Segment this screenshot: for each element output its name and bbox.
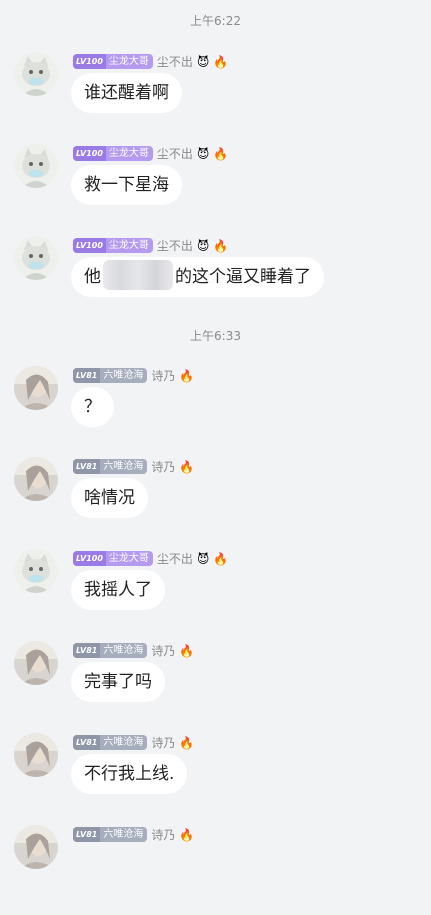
devil-emoji-icon: 😈 bbox=[196, 551, 210, 566]
fire-icon: 🔥 bbox=[213, 551, 229, 566]
fire-icon: 🔥 bbox=[213, 238, 229, 253]
level-badge: LV81 六唯沧海 bbox=[73, 827, 148, 842]
cat-mask-avatar-icon bbox=[14, 52, 58, 96]
sender-meta: LV100 尘龙大哥 尘不出 😈 🔥 bbox=[73, 53, 228, 70]
sender-title: 诗乃 bbox=[151, 828, 176, 842]
sender-title: 诗乃 bbox=[151, 460, 176, 474]
level-badge: LV100 尘龙大哥 bbox=[73, 238, 153, 253]
message-text-after: 的这个逼又睡着了 bbox=[175, 267, 311, 287]
chat-message: LV100 尘龙大哥 尘不出 😈 🔥 我摇人了 bbox=[0, 549, 431, 639]
sender-title: 诗乃 bbox=[151, 369, 176, 383]
chat-message: LV81 六唯沧海 诗乃 🔥 完事了吗 bbox=[0, 641, 431, 731]
sender-meta: LV81 六唯沧海 诗乃 🔥 bbox=[73, 458, 194, 475]
message-bubble[interactable]: 完事了吗 bbox=[71, 662, 165, 702]
girl-photo-avatar-icon bbox=[14, 457, 58, 501]
sender-title: 诗乃 bbox=[151, 644, 176, 658]
sender-meta: LV100 尘龙大哥 尘不出 😈 🔥 bbox=[73, 237, 228, 254]
sender-title: 尘不出 bbox=[156, 239, 193, 253]
level-badge: LV100 尘龙大哥 bbox=[73, 54, 153, 69]
level-badge: LV81 六唯沧海 bbox=[73, 643, 148, 658]
message-bubble[interactable]: 救一下星海 bbox=[71, 165, 182, 205]
sender-name[interactable]: 六唯沧海 bbox=[100, 459, 143, 474]
redacted-blur bbox=[103, 260, 173, 290]
level-label: LV100 bbox=[73, 54, 106, 69]
chat-message: LV81 六唯沧海 诗乃 🔥 不行我上线. bbox=[0, 733, 431, 823]
chat-message: LV100 尘龙大哥 尘不出 😈 🔥 他 的这个逼又睡着了 bbox=[0, 236, 431, 326]
sender-name[interactable]: 六唯沧海 bbox=[100, 735, 143, 750]
level-label: LV81 bbox=[73, 643, 101, 658]
chat-message: LV100 尘龙大哥 尘不出 😈 🔥 救一下星海 bbox=[0, 144, 431, 234]
fire-icon: 🔥 bbox=[179, 827, 195, 842]
message-bubble[interactable]: ？ bbox=[71, 387, 114, 427]
avatar[interactable] bbox=[14, 144, 58, 188]
fire-icon: 🔥 bbox=[213, 146, 229, 161]
sender-name[interactable]: 尘龙大哥 bbox=[106, 54, 149, 69]
sender-meta: LV81 六唯沧海 诗乃 🔥 bbox=[73, 367, 194, 384]
sender-name[interactable]: 六唯沧海 bbox=[100, 643, 143, 658]
devil-emoji-icon: 😈 bbox=[196, 146, 210, 161]
avatar[interactable] bbox=[14, 825, 58, 869]
message-bubble[interactable]: 他 的这个逼又睡着了 bbox=[71, 257, 324, 297]
message-text-before: 他 bbox=[84, 267, 101, 287]
level-badge: LV81 六唯沧海 bbox=[73, 735, 148, 750]
sender-meta: LV100 尘龙大哥 尘不出 😈 🔥 bbox=[73, 550, 228, 567]
level-badge: LV81 六唯沧海 bbox=[73, 368, 148, 383]
avatar[interactable] bbox=[14, 733, 58, 777]
message-bubble[interactable]: 啥情况 bbox=[71, 478, 148, 518]
level-badge: LV81 六唯沧海 bbox=[73, 459, 148, 474]
sender-name[interactable]: 尘龙大哥 bbox=[106, 551, 149, 566]
sender-name[interactable]: 尘龙大哥 bbox=[106, 146, 149, 161]
cat-mask-avatar-icon bbox=[14, 144, 58, 188]
message-bubble[interactable]: 我摇人了 bbox=[71, 570, 165, 610]
girl-photo-avatar-icon bbox=[14, 366, 58, 410]
message-bubble[interactable]: 谁还醒着啊 bbox=[71, 73, 182, 113]
sender-name[interactable]: 六唯沧海 bbox=[100, 368, 143, 383]
girl-photo-avatar-icon bbox=[14, 641, 58, 685]
chat-message: LV81 六唯沧海 诗乃 🔥 啥情况 bbox=[0, 457, 431, 547]
message-bubble[interactable]: 不行我上线. bbox=[71, 754, 188, 794]
avatar[interactable] bbox=[14, 236, 58, 280]
avatar[interactable] bbox=[14, 549, 58, 593]
level-label: LV81 bbox=[73, 735, 101, 750]
avatar[interactable] bbox=[14, 52, 58, 96]
level-badge: LV100 尘龙大哥 bbox=[73, 551, 153, 566]
sender-name[interactable]: 尘龙大哥 bbox=[106, 238, 149, 253]
avatar[interactable] bbox=[14, 641, 58, 685]
sender-meta: LV81 六唯沧海 诗乃 🔥 bbox=[73, 734, 194, 751]
level-label: LV100 bbox=[73, 238, 106, 253]
sender-title: 诗乃 bbox=[151, 736, 176, 750]
sender-name[interactable]: 六唯沧海 bbox=[100, 827, 143, 842]
level-label: LV100 bbox=[73, 146, 106, 161]
devil-emoji-icon: 😈 bbox=[196, 238, 210, 253]
fire-icon: 🔥 bbox=[213, 54, 229, 69]
sender-title: 尘不出 bbox=[156, 552, 193, 566]
chat-message: LV100 尘龙大哥 尘不出 😈 🔥 谁还醒着啊 bbox=[0, 52, 431, 142]
sender-title: 尘不出 bbox=[156, 147, 193, 161]
fire-icon: 🔥 bbox=[179, 459, 195, 474]
timestamp: 上午6:22 bbox=[190, 14, 241, 28]
sender-meta: LV81 六唯沧海 诗乃 🔥 bbox=[73, 826, 194, 843]
girl-photo-avatar-icon bbox=[14, 733, 58, 777]
level-label: LV81 bbox=[73, 368, 101, 383]
timestamp: 上午6:33 bbox=[190, 329, 241, 343]
fire-icon: 🔥 bbox=[179, 368, 195, 383]
avatar[interactable] bbox=[14, 366, 58, 410]
sender-meta: LV100 尘龙大哥 尘不出 😈 🔥 bbox=[73, 145, 228, 162]
girl-photo-avatar-icon bbox=[14, 825, 58, 869]
level-badge: LV100 尘龙大哥 bbox=[73, 146, 153, 161]
sender-meta: LV81 六唯沧海 诗乃 🔥 bbox=[73, 642, 194, 659]
chat-message: LV81 六唯沧海 诗乃 🔥 bbox=[0, 825, 431, 915]
chat-message: LV81 六唯沧海 诗乃 🔥 ？ bbox=[0, 366, 431, 456]
level-label: LV81 bbox=[73, 459, 101, 474]
sender-title: 尘不出 bbox=[156, 55, 193, 69]
cat-mask-avatar-icon bbox=[14, 549, 58, 593]
avatar[interactable] bbox=[14, 457, 58, 501]
level-label: LV100 bbox=[73, 551, 106, 566]
level-label: LV81 bbox=[73, 827, 101, 842]
fire-icon: 🔥 bbox=[179, 735, 195, 750]
fire-icon: 🔥 bbox=[179, 643, 195, 658]
cat-mask-avatar-icon bbox=[14, 236, 58, 280]
devil-emoji-icon: 😈 bbox=[196, 54, 210, 69]
